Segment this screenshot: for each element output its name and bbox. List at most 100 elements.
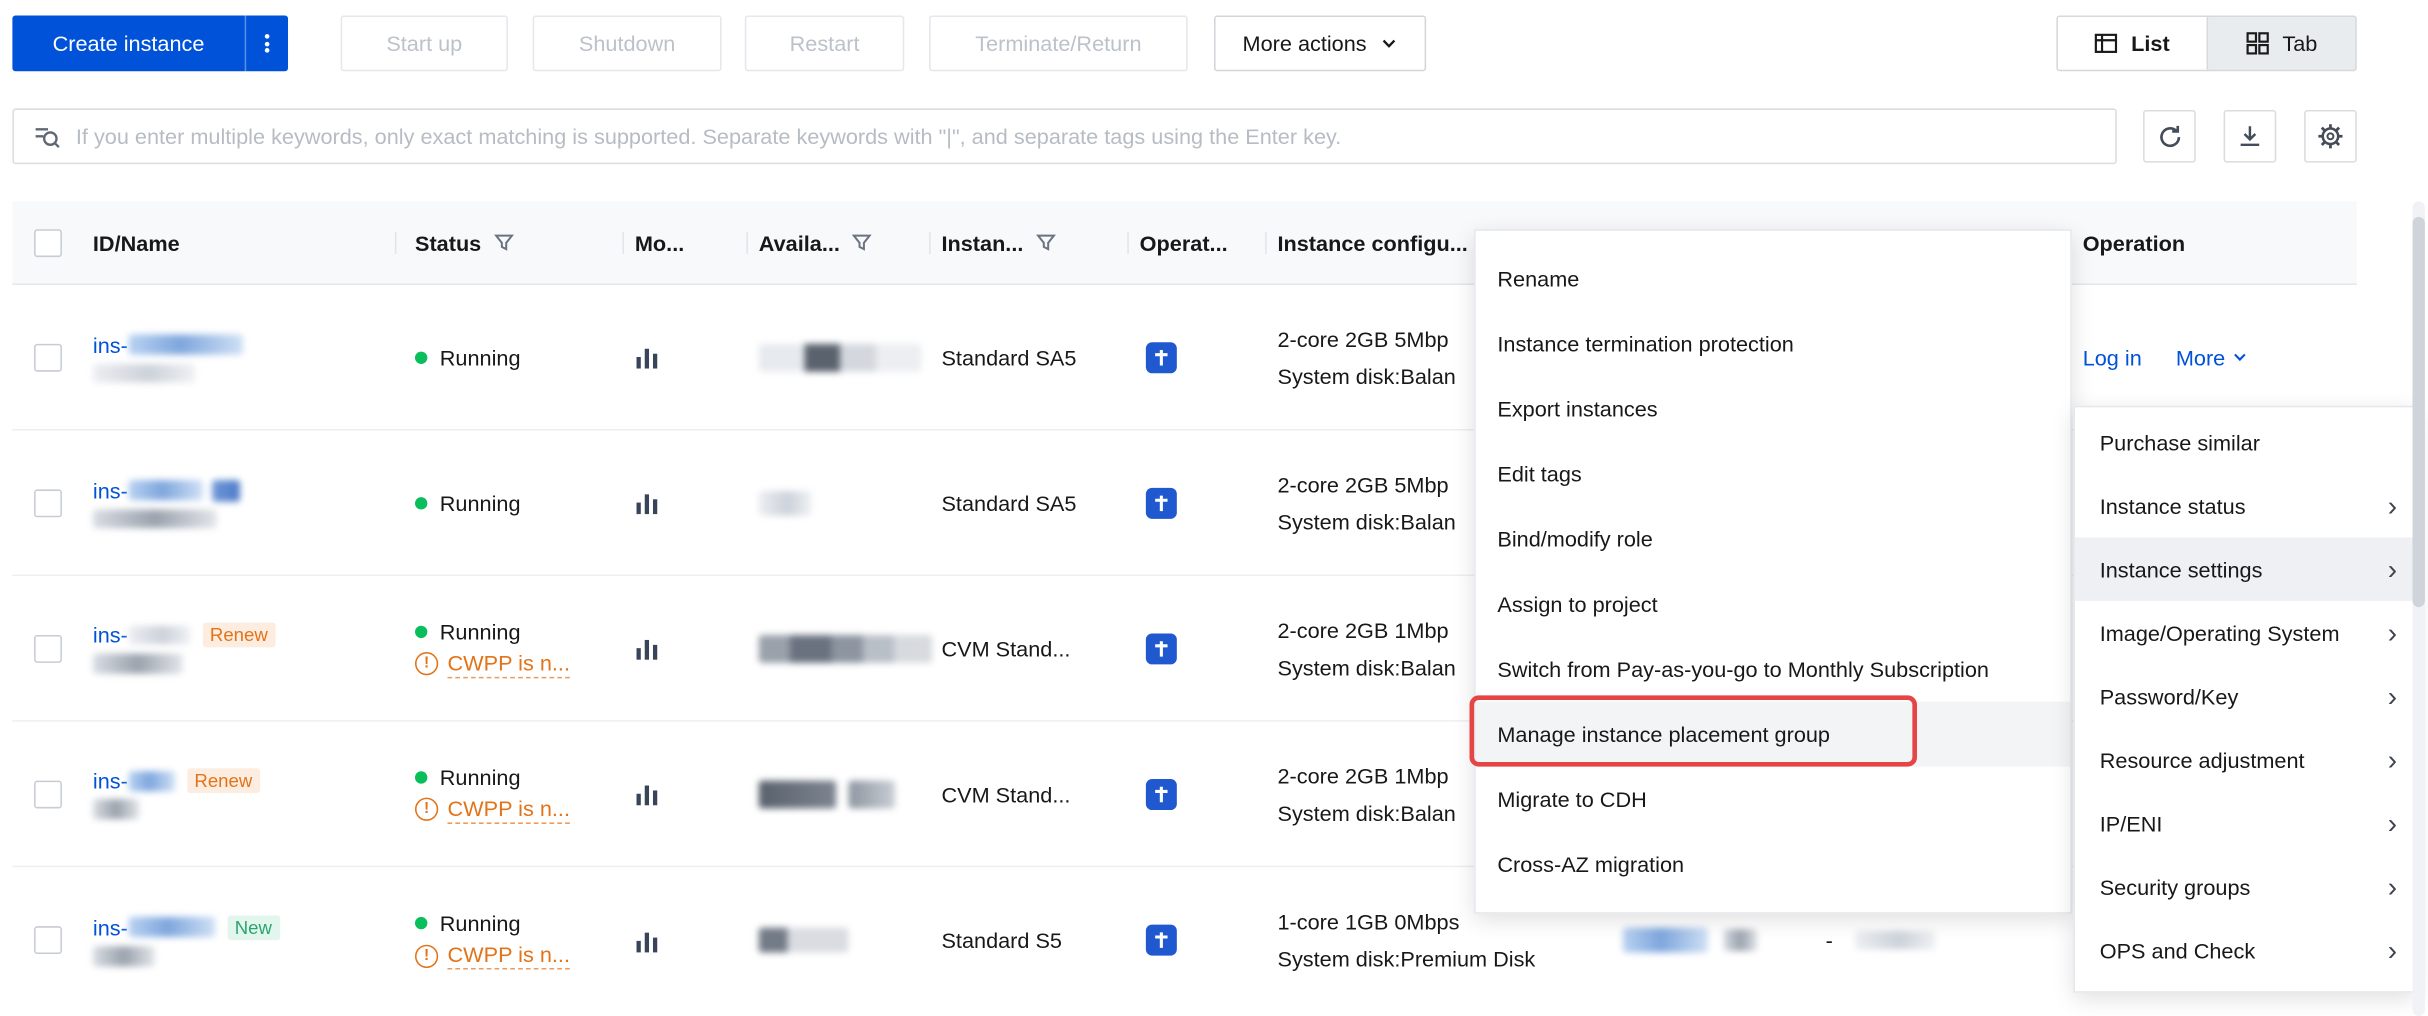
- redacted-value: [1723, 929, 1757, 951]
- gear-icon: [2317, 122, 2345, 150]
- row-checkbox[interactable]: [34, 489, 62, 517]
- row-checkbox[interactable]: [34, 344, 62, 372]
- terminate-return-button[interactable]: Terminate/Return: [929, 15, 1188, 71]
- redacted-instance-id: [128, 335, 243, 355]
- row-checkbox[interactable]: [34, 926, 62, 954]
- menu-item-export-instances[interactable]: Export instances: [1476, 376, 2071, 441]
- column-header-availability-zone: Availa...: [759, 201, 873, 283]
- redacted-availability-zone: [759, 634, 932, 662]
- settings-button[interactable]: [2304, 110, 2357, 163]
- chevron-right-icon: ›: [2388, 809, 2397, 837]
- instance-id-link[interactable]: ins-: [93, 332, 243, 357]
- menu-item-edit-tags[interactable]: Edit tags: [1476, 441, 2071, 506]
- menu-item-purchase-similar[interactable]: Purchase similar: [2075, 410, 2416, 473]
- instance-type: CVM Stand...: [941, 636, 1135, 661]
- menu-item-image-operating-system[interactable]: Image/Operating System›: [2075, 601, 2416, 664]
- menu-item-migrate-to-cdh[interactable]: Migrate to CDH: [1476, 767, 2071, 832]
- status-text: Running: [440, 764, 521, 789]
- menu-item-instance-termination-protection[interactable]: Instance termination protection: [1476, 311, 2071, 376]
- row-checkbox[interactable]: [34, 781, 62, 809]
- instance-type: CVM Stand...: [941, 781, 1135, 806]
- vertical-scrollbar-thumb[interactable]: [2413, 217, 2425, 607]
- empty-value-dash: -: [1826, 928, 1833, 953]
- instance-id-link[interactable]: ins-: [93, 623, 190, 648]
- chevron-down-icon: [2231, 348, 2248, 365]
- redacted-instance-id: [128, 771, 174, 791]
- chevron-right-icon: ›: [2388, 619, 2397, 647]
- create-instance-more-options-button[interactable]: [245, 15, 288, 71]
- redacted-instance-name: [93, 363, 195, 382]
- chevron-right-icon: ›: [2388, 936, 2397, 964]
- select-all-checkbox[interactable]: [34, 229, 62, 257]
- filter-icon[interactable]: [494, 232, 514, 252]
- cwpp-warning-link[interactable]: CWPP is n...: [448, 650, 570, 678]
- start-up-button[interactable]: Start up: [341, 15, 508, 71]
- instance-type: Standard SA5: [941, 345, 1135, 370]
- renew-badge: Renew: [187, 768, 260, 793]
- search-bar: [12, 108, 2116, 164]
- warning-icon: !: [415, 798, 438, 821]
- menu-item-ip-eni[interactable]: IP/ENI›: [2075, 791, 2416, 854]
- monitoring-chart-icon[interactable]: [635, 781, 661, 807]
- cwpp-warning-link[interactable]: CWPP is n...: [448, 942, 570, 970]
- list-view-button[interactable]: List: [2058, 17, 2207, 70]
- status-dot: [415, 351, 427, 363]
- chevron-right-icon: ›: [2388, 555, 2397, 583]
- menu-item-resource-adjustment[interactable]: Resource adjustment›: [2075, 728, 2416, 792]
- status-dot: [415, 496, 427, 508]
- monitoring-chart-icon[interactable]: [635, 927, 661, 953]
- chevron-down-icon: [1379, 34, 1398, 53]
- redacted-instance-name: [93, 799, 139, 819]
- refresh-button[interactable]: [2143, 110, 2196, 163]
- list-view-icon: [2094, 31, 2119, 56]
- menu-item-assign-to-project[interactable]: Assign to project: [1476, 571, 2071, 636]
- menu-item-password-key[interactable]: Password/Key›: [2075, 664, 2416, 728]
- filter-icon[interactable]: [1036, 232, 1056, 252]
- cwpp-warning-link[interactable]: CWPP is n...: [448, 795, 570, 823]
- tab-view-button[interactable]: Tab: [2207, 17, 2355, 70]
- search-input[interactable]: [76, 124, 2097, 149]
- filter-icon[interactable]: [852, 232, 872, 252]
- instance-id-link[interactable]: ins-: [93, 915, 215, 940]
- redacted-availability-zone: [849, 780, 895, 808]
- restart-button[interactable]: Restart: [745, 15, 904, 71]
- menu-item-instance-status[interactable]: Instance status›: [2075, 474, 2416, 537]
- redacted-availability-zone: [759, 343, 922, 371]
- monitoring-chart-icon[interactable]: [635, 489, 661, 515]
- column-header-operating-system: Operat...: [1140, 201, 1228, 283]
- download-button[interactable]: [2224, 110, 2277, 163]
- redacted-ip-address: [1623, 928, 1708, 953]
- instance-config-line2: System disk:Premium Disk: [1277, 943, 1618, 974]
- refresh-icon: [2156, 123, 2182, 149]
- warning-icon: !: [415, 652, 438, 675]
- monitoring-chart-icon[interactable]: [635, 344, 661, 370]
- status-dot: [415, 625, 427, 637]
- column-header-status: Status: [415, 201, 514, 283]
- menu-item-switch-to-monthly-subscription[interactable]: Switch from Pay-as-you-go to Monthly Sub…: [1476, 637, 2071, 702]
- instance-id-link[interactable]: ins-: [93, 478, 239, 503]
- more-actions-button[interactable]: More actions: [1214, 15, 1426, 71]
- chevron-right-icon: ›: [2388, 492, 2397, 520]
- create-instance-button[interactable]: Create instance: [12, 15, 288, 71]
- menu-item-cross-az-migration[interactable]: Cross-AZ migration: [1476, 832, 2071, 897]
- menu-item-rename[interactable]: Rename: [1476, 246, 2071, 311]
- chevron-right-icon: ›: [2388, 682, 2397, 710]
- os-logo-icon: [1146, 778, 1177, 809]
- tab-view-icon: [2245, 31, 2270, 56]
- log-in-link[interactable]: Log in: [2083, 345, 2142, 370]
- instance-id-link[interactable]: ins-: [93, 768, 174, 793]
- menu-item-bind-modify-role[interactable]: Bind/modify role: [1476, 506, 2071, 571]
- row-checkbox[interactable]: [34, 635, 62, 663]
- chevron-right-icon: ›: [2388, 873, 2397, 901]
- menu-item-security-groups[interactable]: Security groups›: [2075, 855, 2416, 919]
- status-text: Running: [440, 911, 521, 936]
- renew-badge: Renew: [202, 623, 275, 648]
- menu-item-instance-settings[interactable]: Instance settings›: [2075, 537, 2416, 601]
- status-dot: [415, 771, 427, 783]
- menu-item-ops-and-check[interactable]: OPS and Check›: [2075, 918, 2416, 982]
- new-badge: New: [227, 915, 280, 940]
- monitoring-chart-icon[interactable]: [635, 635, 661, 661]
- menu-item-manage-instance-placement-group[interactable]: Manage instance placement group: [1476, 702, 2071, 767]
- more-link[interactable]: More: [2176, 345, 2249, 370]
- shutdown-button[interactable]: Shutdown: [533, 15, 722, 71]
